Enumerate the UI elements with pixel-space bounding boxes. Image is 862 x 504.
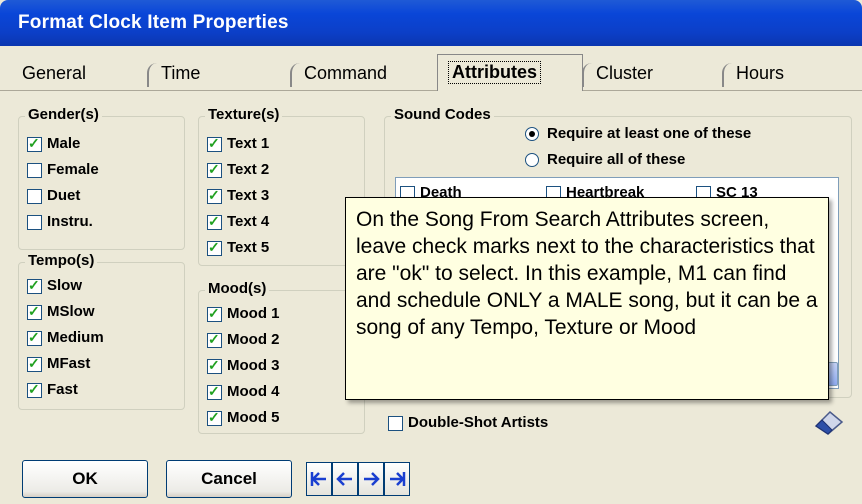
cancel-button[interactable]: Cancel [166, 460, 292, 498]
tab-cluster[interactable]: Cluster [582, 59, 722, 90]
checkbox[interactable] [27, 355, 42, 372]
require-all-radio-dot[interactable] [525, 153, 539, 167]
next-record-icon [364, 472, 380, 486]
tab-time-label: Time [161, 63, 201, 83]
gender-group: Gender(s) Male Female Duet Instru. [18, 106, 185, 250]
checkbox-label: Text 5 [227, 239, 270, 256]
checkbox[interactable] [27, 303, 42, 320]
checkbox[interactable] [27, 215, 42, 230]
help-tooltip: On the Song From Search Attributes scree… [345, 197, 829, 400]
tab-command-label: Command [304, 63, 388, 83]
checkbox-label: MFast [47, 355, 91, 372]
mood-group-title: Mood(s) [205, 280, 270, 297]
checkbox-label: MSlow [47, 303, 95, 320]
require-any-label: Require at least one of these [547, 125, 752, 142]
checkbox[interactable] [27, 381, 42, 398]
first-record-icon [310, 472, 326, 486]
tempo-group-title: Tempo(s) [25, 252, 98, 269]
checkbox[interactable] [207, 357, 222, 374]
tab-command[interactable]: Command [290, 59, 435, 90]
tab-separator [147, 63, 157, 87]
checkbox-label: Duet [47, 187, 81, 204]
checkbox[interactable] [207, 409, 222, 426]
checkbox-label: Text 4 [227, 213, 270, 230]
checkbox[interactable] [207, 383, 222, 400]
checkbox-label: Instru. [47, 213, 93, 230]
checkbox-label: Text 3 [227, 187, 270, 204]
texture-group: Texture(s) Text 1 Text 2 Text 3 Text 4 Text … [198, 106, 365, 266]
tab-general[interactable]: General [2, 59, 142, 90]
checkbox[interactable] [27, 189, 42, 204]
previous-record-button[interactable] [332, 462, 358, 496]
title-bar: Format Clock Item Properties [0, 0, 862, 46]
tab-attributes[interactable]: Attributes [437, 54, 583, 91]
tab-strip: General Time Command Attributes Cluster … [0, 46, 862, 91]
checkbox[interactable] [27, 135, 42, 152]
last-record-icon [390, 472, 406, 486]
tab-time[interactable]: Time [147, 59, 287, 90]
checkbox[interactable] [27, 329, 42, 346]
tab-hours[interactable]: Hours [722, 59, 860, 90]
checkbox-label: Male [47, 135, 81, 152]
previous-record-icon [336, 472, 352, 486]
tab-cluster-label: Cluster [596, 63, 654, 83]
double-shot-artists-label: Double-Shot Artists [408, 414, 549, 431]
tab-separator [290, 63, 300, 87]
mood-group: Mood(s) Mood 1 Mood 2 Mood 3 Mood 4 Mood 5 [198, 280, 365, 434]
window-title: Format Clock Item Properties [18, 12, 289, 33]
checkbox-label: Fast [47, 381, 78, 398]
next-record-button[interactable] [358, 462, 384, 496]
last-record-button[interactable] [384, 462, 410, 496]
gender-group-title: Gender(s) [25, 106, 102, 123]
checkbox[interactable] [207, 135, 222, 152]
tab-attributes-label: Attributes [448, 61, 541, 84]
checkbox-label: Slow [47, 277, 83, 294]
checkbox[interactable] [207, 331, 222, 348]
checkbox-label: Text 2 [227, 161, 270, 178]
checkbox[interactable] [388, 416, 403, 431]
checkbox-label: Mood 3 [227, 357, 280, 374]
tab-separator [722, 63, 732, 87]
checkbox[interactable] [207, 161, 222, 178]
checkbox[interactable] [207, 213, 222, 230]
require-all-label: Require all of these [547, 151, 686, 168]
tempo-group: Tempo(s) Slow MSlow Medium MFast Fast [18, 252, 185, 410]
tab-hours-label: Hours [736, 63, 785, 83]
checkbox-label: Mood 4 [227, 383, 280, 400]
checkbox-label: Female [47, 161, 99, 178]
checkbox-label: Mood 2 [227, 331, 280, 348]
checkbox[interactable] [207, 239, 222, 256]
tab-separator [582, 63, 592, 87]
checkbox[interactable] [27, 163, 42, 178]
eraser-icon[interactable] [812, 406, 846, 436]
sound-codes-title: Sound Codes [391, 106, 494, 123]
texture-group-title: Texture(s) [205, 106, 283, 123]
first-record-button[interactable] [306, 462, 332, 496]
checkbox-label: Mood 1 [227, 305, 280, 322]
checkbox[interactable] [27, 277, 42, 294]
checkbox-label: Text 1 [227, 135, 270, 152]
checkbox[interactable] [207, 305, 222, 322]
checkbox[interactable] [207, 187, 222, 204]
checkbox-label: Medium [47, 329, 104, 346]
checkbox-label: Mood 5 [227, 409, 280, 426]
tab-general-label: General [22, 63, 87, 83]
ok-button[interactable]: OK [22, 460, 148, 498]
require-any-radio-dot[interactable] [525, 127, 539, 141]
